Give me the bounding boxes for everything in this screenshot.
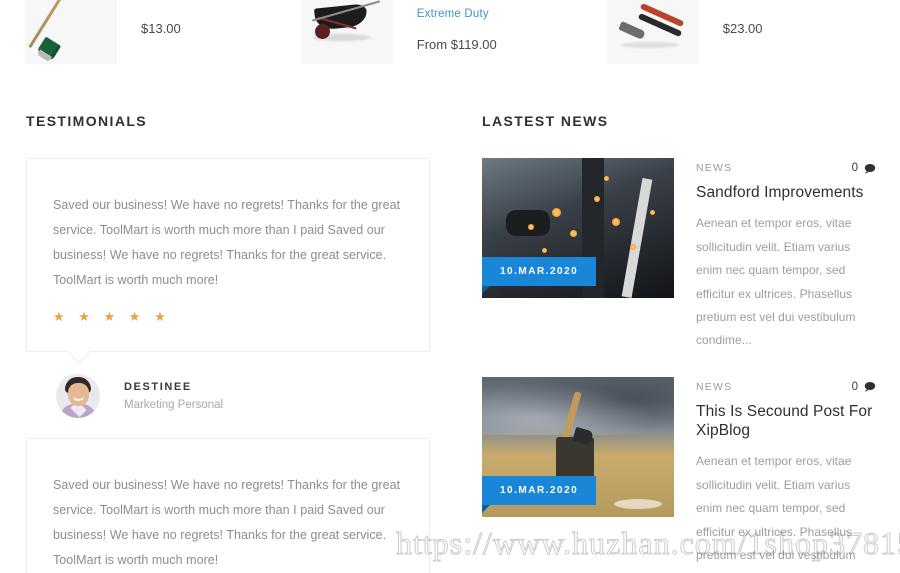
testimonial-card: Saved our business! We have no regrets! … xyxy=(26,158,430,364)
shovel-icon[interactable] xyxy=(25,0,117,64)
news-heading: LASTEST NEWS xyxy=(482,113,609,129)
news-item[interactable]: 10.MAR.2020 NEWS 0 Sandford Improvements… xyxy=(482,158,877,353)
comment-bubble-icon xyxy=(864,163,876,174)
axe-in-stump-icon[interactable]: 10.MAR.2020 xyxy=(482,376,674,517)
comment-bubble-icon xyxy=(864,382,876,392)
author-role: Marketing Personal xyxy=(124,399,224,411)
product-price: From $119.00 xyxy=(416,37,497,52)
news-list: 10.MAR.2020 NEWS 0 Sandford Improvements… xyxy=(482,158,877,573)
news-item[interactable]: 10.MAR.2020 NEWS 0 This Is Secound Post … xyxy=(482,376,877,573)
author-name: DESTINEE xyxy=(124,381,192,393)
comment-count[interactable]: 0 xyxy=(852,381,877,393)
news-body: NEWS 0 This Is Secound Post For XipBlog … xyxy=(674,377,877,573)
news-category[interactable]: NEWS xyxy=(696,162,732,174)
product-info: $23.00 xyxy=(699,0,763,36)
news-title[interactable]: This Is Secound Post For XipBlog xyxy=(696,402,877,441)
news-title[interactable]: Sandford Improvements xyxy=(696,183,877,202)
news-category[interactable]: NEWS xyxy=(696,381,732,393)
welding-sparks-icon[interactable]: 10.MAR.2020 xyxy=(482,158,674,298)
news-meta-row: NEWS 0 xyxy=(696,381,877,393)
news-excerpt: Aenean et tempor eros, vitae sollicitudi… xyxy=(696,454,856,573)
product-card[interactable]: Extreme Duty From $119.00 xyxy=(300,0,497,88)
news-date-badge: 10.MAR.2020 xyxy=(482,475,597,513)
news-date-badge: 10.MAR.2020 xyxy=(482,257,597,294)
testimonials-list: Saved our business! We have no regrets! … xyxy=(26,158,430,573)
comment-count-value: 0 xyxy=(851,380,858,393)
testimonial-quote: Saved our business! We have no regrets! … xyxy=(53,478,401,567)
testimonials-heading: TESTIMONIALS xyxy=(26,113,148,129)
testimonial-quote: Saved our business! We have no regrets! … xyxy=(53,198,401,287)
rating-stars: ★ ★ ★ ★ ★ xyxy=(53,309,171,324)
news-body: NEWS 0 Sandford Improvements Aenean et t… xyxy=(674,158,877,353)
testimonial-author: DESTINEE Marketing Personal xyxy=(26,352,430,438)
news-excerpt: Aenean et tempor eros, vitae sollicitudi… xyxy=(696,216,856,348)
product-card[interactable]: $23.00 xyxy=(606,0,763,88)
comment-count-value: 0 xyxy=(851,162,858,174)
testimonial-card: Saved our business! We have no regrets! … xyxy=(26,438,430,573)
page-root: $13.00 Extreme Duty From $119.00 $23.00 … xyxy=(0,0,900,573)
wheelbarrow-icon[interactable] xyxy=(300,0,393,64)
product-info: Extreme Duty From $119.00 xyxy=(393,0,497,52)
product-info: $13.00 xyxy=(117,0,181,36)
product-price: $13.00 xyxy=(141,21,181,36)
comment-count[interactable]: 0 xyxy=(852,162,877,174)
product-card[interactable]: $13.00 xyxy=(25,0,181,88)
bolt-cutter-icon[interactable] xyxy=(606,0,699,64)
author-meta: DESTINEE Marketing Personal xyxy=(100,381,223,411)
product-strip: $13.00 Extreme Duty From $119.00 $23.00 xyxy=(0,0,900,88)
avatar xyxy=(56,374,100,418)
news-meta-row: NEWS 0 xyxy=(696,162,877,174)
product-price: $23.00 xyxy=(722,21,763,36)
product-title-link[interactable]: Extreme Duty xyxy=(417,8,497,20)
